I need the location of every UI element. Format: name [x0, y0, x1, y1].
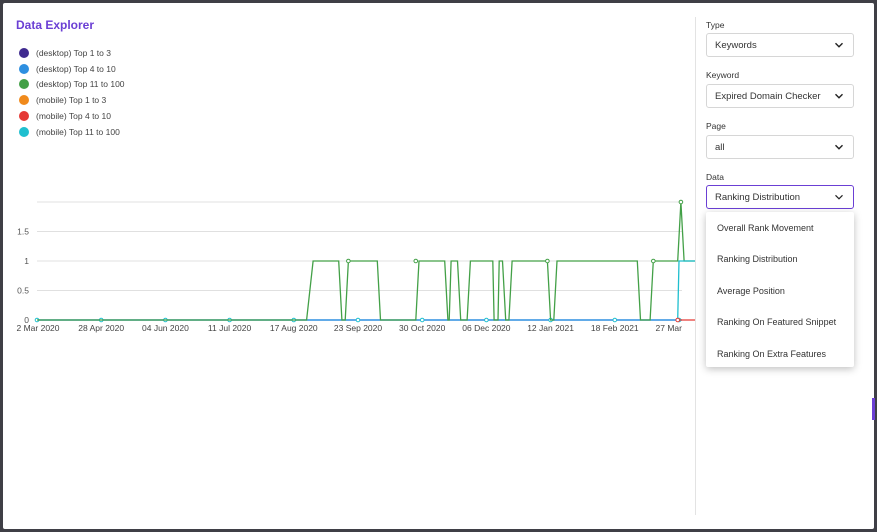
x-tick-label: 2 Mar 2020: [17, 323, 60, 333]
data-explorer-modal: Data Explorer 0 0.5 1 1.5 2 Mar 2020 28 Apr 2…: [3, 3, 874, 529]
legend-swatch-icon: [19, 95, 29, 106]
x-tick-label: 06 Dec 2020: [462, 323, 510, 333]
data-select-value: Ranking Distribution: [715, 191, 801, 203]
legend-item[interactable]: (mobile) Top 11 to 100: [19, 124, 125, 140]
type-select-value: Keywords: [715, 39, 757, 51]
legend-item[interactable]: (desktop) Top 1 to 3: [19, 45, 125, 61]
y-tick-label: 1.5: [17, 227, 29, 237]
legend-label: (desktop) Top 4 to 10: [36, 63, 116, 74]
legend-item[interactable]: (desktop) Top 11 to 100: [19, 77, 125, 93]
legend-swatch-icon: [19, 63, 29, 74]
data-point: [651, 258, 656, 264]
keyword-select-value: Expired Domain Checker: [715, 90, 821, 102]
legend-label: (mobile) Top 4 to 10: [36, 111, 111, 122]
data-point: [346, 258, 351, 264]
legend-swatch-icon: [19, 111, 29, 122]
dropdown-option[interactable]: Average Position: [706, 275, 854, 307]
keyword-label: Keyword: [706, 70, 740, 80]
type-label: Type: [706, 20, 725, 30]
legend-swatch-icon: [19, 126, 29, 137]
x-tick-label: 23 Sep 2020: [334, 323, 382, 333]
y-tick-label: 1: [24, 256, 29, 266]
x-tick-label: 28 Apr 2020: [78, 323, 124, 333]
x-tick-label: 30 Oct 2020: [399, 323, 446, 333]
chevron-down-icon: [835, 144, 843, 150]
legend-item[interactable]: (desktop) Top 4 to 10: [19, 61, 125, 77]
dropdown-option[interactable]: Ranking Distribution: [706, 244, 854, 276]
x-tick-label: 11 Jul 2020: [208, 323, 252, 333]
x-tick-label: 27 Mar: [656, 323, 683, 333]
panel-divider: [695, 17, 696, 515]
x-tick-label: 17 Aug 2020: [270, 323, 318, 333]
type-select[interactable]: Keywords: [706, 33, 854, 57]
chart-legend: (desktop) Top 1 to 3 (desktop) Top 4 to 1…: [19, 45, 125, 140]
data-dropdown-menu: Overall Rank Movement Ranking Distributio…: [706, 212, 854, 367]
y-tick-label: 0.5: [17, 286, 29, 296]
data-point: [545, 258, 550, 264]
keyword-select[interactable]: Expired Domain Checker: [706, 84, 854, 108]
dropdown-option[interactable]: Ranking On Featured Snippet: [706, 307, 854, 339]
data-point: [612, 317, 618, 323]
legend-swatch-icon: [19, 79, 29, 90]
legend-label: (mobile) Top 11 to 100: [36, 126, 120, 137]
dropdown-option[interactable]: Ranking On Extra Features: [706, 338, 854, 370]
background-edge-fragment: [872, 398, 875, 420]
chevron-up-icon: [835, 194, 843, 200]
data-label: Data: [706, 172, 724, 182]
chevron-down-icon: [835, 42, 843, 48]
data-point: [675, 317, 681, 323]
legend-item[interactable]: (mobile) Top 1 to 3: [19, 92, 125, 108]
page-select-value: all: [715, 141, 725, 153]
x-tick-label: 04 Jun 2020: [142, 323, 189, 333]
data-select[interactable]: Ranking Distribution: [706, 185, 854, 209]
legend-item[interactable]: (mobile) Top 4 to 10: [19, 108, 125, 124]
x-tick-label: 18 Feb 2021: [591, 323, 639, 333]
legend-label: (desktop) Top 1 to 3: [36, 47, 111, 58]
data-point: [484, 317, 489, 323]
chevron-down-icon: [835, 93, 843, 99]
legend-swatch-icon: [19, 47, 29, 58]
data-point: [355, 317, 361, 323]
x-tick-label: 12 Jan 2021: [527, 323, 574, 333]
legend-label: (mobile) Top 1 to 3: [36, 95, 107, 106]
data-point: [413, 258, 419, 264]
dropdown-option[interactable]: Overall Rank Movement: [706, 212, 854, 244]
data-point: [678, 199, 684, 205]
page-select[interactable]: all: [706, 135, 854, 159]
page-label: Page: [706, 121, 726, 131]
legend-label: (desktop) Top 11 to 100: [36, 79, 125, 90]
data-point: [419, 317, 425, 323]
